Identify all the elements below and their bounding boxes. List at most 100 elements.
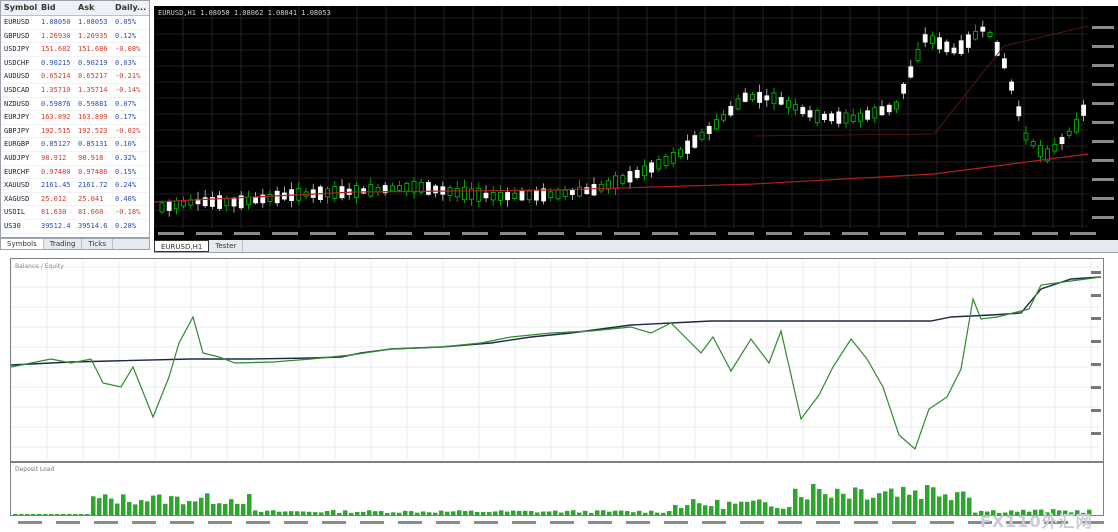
candle-body xyxy=(1081,104,1086,116)
time-axis-tick xyxy=(436,521,460,524)
deposit-load-bar xyxy=(79,514,84,515)
candle-body xyxy=(166,201,172,211)
market-watch-row[interactable]: EURUSD 1.08050 1.08053 0.05% xyxy=(1,16,149,30)
ask-cell: 192.523 xyxy=(78,126,108,135)
time-scale-tick xyxy=(880,232,906,235)
equity-scale-tick xyxy=(1091,363,1101,366)
candle-body xyxy=(454,187,460,198)
change-cell: -0.08% xyxy=(115,45,141,54)
market-watch-row[interactable]: USDJPY 151.682 151.686 -0.08% xyxy=(1,43,149,57)
col-bid[interactable]: Bid xyxy=(38,1,75,15)
market-watch-row[interactable]: XAUUSD 2161.45 2161.72 0.24% xyxy=(1,179,149,193)
deposit-load-bar xyxy=(325,510,330,515)
col-daily[interactable]: Daily... xyxy=(112,1,149,15)
time-scale-tick xyxy=(1070,232,1096,235)
candle-body xyxy=(641,165,647,176)
symbol-cell: EURJPY xyxy=(4,113,30,122)
bid-cell: 1.35710 xyxy=(41,85,71,94)
candle-body xyxy=(800,107,806,115)
balance-line xyxy=(10,276,1102,366)
deposit-load-bar xyxy=(583,510,588,515)
tab-trading[interactable]: Trading xyxy=(44,239,83,249)
equity-scale-tick xyxy=(1091,432,1101,435)
candle-body xyxy=(425,181,431,195)
candle-body xyxy=(706,125,712,134)
time-axis-tick xyxy=(322,521,346,524)
ask-cell: 2161.72 xyxy=(78,181,108,190)
market-watch-row[interactable]: EURCHF 0.97480 0.97486 0.15% xyxy=(1,166,149,180)
tab-chart[interactable]: EURUSD,H1 xyxy=(154,240,210,252)
market-watch-row[interactable]: USDCHF 0.90215 0.90219 0.03% xyxy=(1,57,149,71)
equity-chart-canvas[interactable]: Balance / Equity xyxy=(10,259,1103,461)
deposit-load-bar xyxy=(853,487,858,515)
deposit-load-bar xyxy=(373,511,378,515)
market-watch-row[interactable]: EURGBP 0.85127 0.85131 0.10% xyxy=(1,138,149,152)
ask-cell: 0.59881 xyxy=(78,99,108,108)
deposit-load-bar xyxy=(295,511,300,515)
bid-cell: 163.892 xyxy=(41,113,71,122)
deposit-load-bar xyxy=(139,500,144,515)
deposit-load-bar xyxy=(859,489,864,515)
deposit-load-bar xyxy=(205,493,210,515)
deposit-load-bar xyxy=(619,510,624,515)
tab-ticks[interactable]: Ticks xyxy=(82,239,113,249)
deposit-load-bar xyxy=(427,512,432,515)
market-watch-row[interactable]: USOIL 81.630 81.660 -0.18% xyxy=(1,206,149,220)
deposit-load-bar xyxy=(973,512,978,515)
candle-body xyxy=(742,92,748,102)
price-scale-tick xyxy=(1092,159,1114,162)
col-ask[interactable]: Ask xyxy=(75,1,112,15)
deposit-load-bar xyxy=(127,501,132,515)
deposit-load-bar xyxy=(439,510,444,515)
market-watch-row[interactable]: AUDJPY 98.912 98.918 0.32% xyxy=(1,152,149,166)
candle-body xyxy=(757,91,762,103)
tab-tester[interactable]: Tester xyxy=(209,240,244,252)
equity-chart[interactable]: Balance / Equity xyxy=(10,258,1104,462)
deposit-load-bar xyxy=(187,501,192,515)
deposit-load-canvas[interactable]: Deposit Load xyxy=(11,463,1103,515)
deposit-load-bar xyxy=(943,494,948,515)
market-watch-row[interactable]: USDCAD 1.35710 1.35714 -0.14% xyxy=(1,84,149,98)
time-axis-tick xyxy=(816,521,840,524)
col-symbol[interactable]: Symbol xyxy=(1,1,38,15)
candle-body xyxy=(461,186,467,201)
market-watch-row[interactable]: XAGUSD 25.012 25.041 0.40% xyxy=(1,193,149,207)
deposit-load-bar xyxy=(925,485,930,515)
price-chart[interactable]: EURUSD,H1 1.08050 1.08062 1.08041 1.0805… xyxy=(154,6,1118,240)
deposit-load-bar xyxy=(391,512,396,515)
deposit-load-bar xyxy=(349,512,354,515)
market-watch-row[interactable]: GBPUSD 1.26930 1.26935 0.12% xyxy=(1,30,149,44)
deposit-load-bar xyxy=(181,504,186,515)
ask-cell: 0.97486 xyxy=(78,167,108,176)
candle-body xyxy=(872,107,878,119)
deposit-load-bar xyxy=(571,510,576,515)
time-axis-tick xyxy=(892,521,916,524)
price-chart-canvas[interactable]: EURUSD,H1 1.08050 1.08062 1.08041 1.0805… xyxy=(154,6,1118,240)
deposit-load-bar xyxy=(223,503,228,515)
market-watch-row[interactable]: GBPJPY 192.515 192.523 -0.02% xyxy=(1,125,149,139)
time-axis-tick xyxy=(360,521,384,524)
equity-scale-tick xyxy=(1091,294,1101,297)
market-watch-row[interactable]: AUDUSD 0.65214 0.65217 -0.21% xyxy=(1,70,149,84)
market-watch-row[interactable]: EURJPY 163.892 163.899 0.17% xyxy=(1,111,149,125)
deposit-load-chart[interactable]: Deposit Load xyxy=(10,462,1104,516)
market-watch-row[interactable]: US30 39512.4 39514.6 0.28% xyxy=(1,220,149,234)
change-cell: 0.24% xyxy=(115,181,137,190)
deposit-load-bar xyxy=(481,511,486,515)
candle-body xyxy=(627,171,633,183)
time-scale-tick xyxy=(234,232,260,235)
time-axis-tick xyxy=(474,521,498,524)
bid-cell: 39512.4 xyxy=(41,221,71,230)
candle-body xyxy=(1009,81,1014,91)
tab-symbols[interactable]: Symbols xyxy=(1,239,44,249)
candle-body xyxy=(1052,143,1058,152)
market-watch-row[interactable]: NZDUSD 0.59876 0.59881 0.07% xyxy=(1,98,149,112)
deposit-load-bar xyxy=(937,496,942,515)
deposit-load-bar xyxy=(331,510,336,515)
deposit-load-bar xyxy=(799,497,804,515)
deposit-load-bar xyxy=(97,498,102,515)
bid-cell: 0.85127 xyxy=(41,140,71,149)
deposit-load-bar xyxy=(55,514,60,515)
deposit-load-bar xyxy=(913,490,918,515)
deposit-load-bar xyxy=(931,487,936,515)
